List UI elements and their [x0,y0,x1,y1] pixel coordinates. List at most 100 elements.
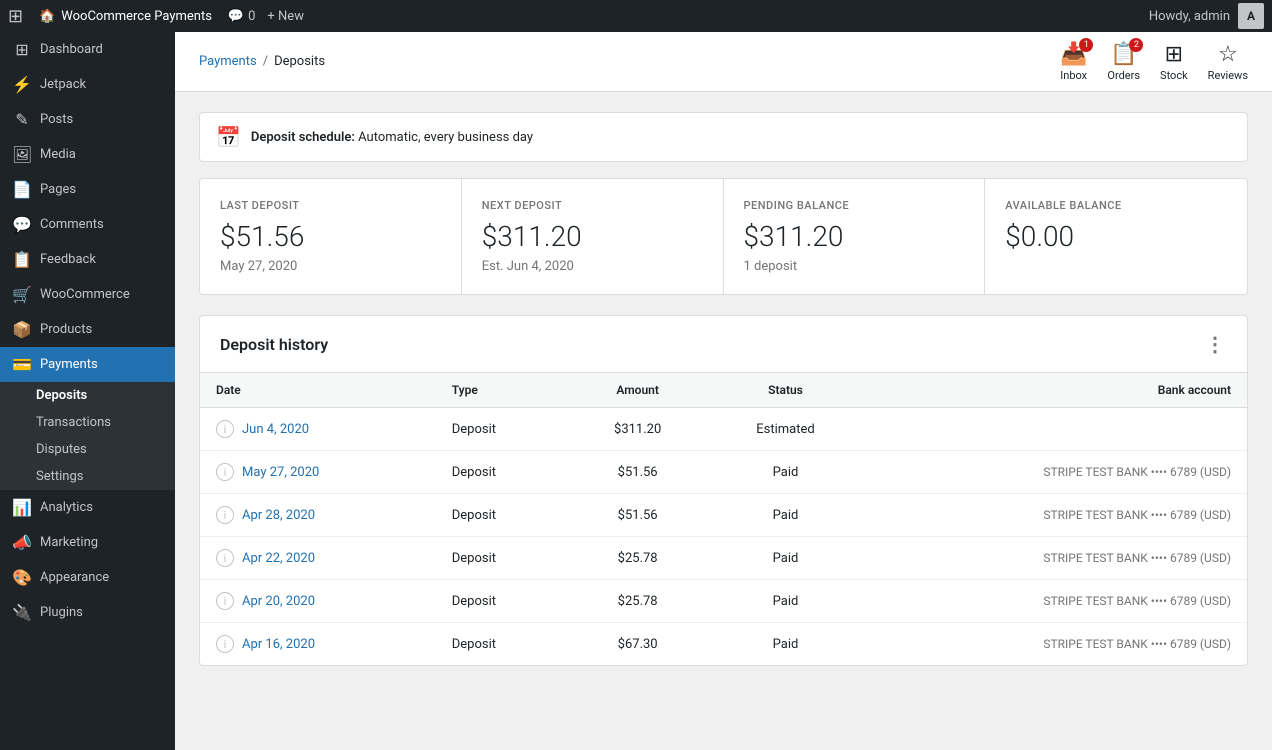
sidebar-item-analytics[interactable]: 📊 Analytics [0,490,175,525]
stat-last-deposit-label: LAST DEPOSIT [220,199,441,212]
toolbar-orders[interactable]: 📋2 Orders [1107,42,1140,82]
col-date: Date [200,373,436,408]
wp-logo-icon[interactable]: ⊞ [8,6,23,27]
top-toolbar: Payments / Deposits 📥1 Inbox 📋2 Orders [175,32,1272,92]
stat-available-balance-label: AVAILABLE BALANCE [1005,199,1227,212]
row-info-icon-1[interactable]: i [216,463,234,481]
date-link-3[interactable]: Apr 22, 2020 [242,551,315,566]
cell-date-1: i May 27, 2020 [200,451,436,493]
appearance-icon: 🎨 [12,568,32,587]
avatar: A [1238,3,1264,29]
sidebar-item-posts[interactable]: ✎ Posts [0,102,175,137]
date-link-0[interactable]: Jun 4, 2020 [242,422,309,437]
table-body: i Jun 4, 2020 Deposit $311.20 Estimated … [200,408,1247,666]
marketing-icon: 📣 [12,533,32,552]
sidebar-item-feedback[interactable]: 📋 Feedback [0,242,175,277]
table-row: i Apr 28, 2020 Deposit $51.56 Paid STRIP… [200,494,1247,537]
row-info-icon-4[interactable]: i [216,592,234,610]
date-link-1[interactable]: May 27, 2020 [242,465,319,480]
date-link-5[interactable]: Apr 16, 2020 [242,637,315,652]
date-link-4[interactable]: Apr 20, 2020 [242,594,315,609]
products-icon: 📦 [12,320,32,339]
sidebar-item-comments[interactable]: 💬 Comments [0,207,175,242]
stat-next-deposit-label: NEXT DEPOSIT [482,199,703,212]
toolbar-reviews[interactable]: ☆ Reviews [1208,42,1248,82]
woocommerce-icon: 🛒 [12,285,32,304]
calendar-icon: 📅 [216,125,241,149]
admin-bar: ⊞ 🏠 WooCommerce Payments 💬 0 + New Howdy… [0,0,1272,32]
cell-type-0: Deposit [436,408,569,451]
deposit-history-header: Deposit history ⋮ [200,316,1247,373]
sidebar-item-woocommerce[interactable]: 🛒 WooCommerce [0,277,175,312]
stats-grid: LAST DEPOSIT $51.56 May 27, 2020 NEXT DE… [199,178,1248,295]
cell-amount-0: $311.20 [569,408,707,451]
sidebar-item-settings[interactable]: Settings [0,463,175,490]
sidebar-item-dashboard[interactable]: ⊞ Dashboard [0,32,175,67]
table-row: i Jun 4, 2020 Deposit $311.20 Estimated [200,408,1247,451]
breadcrumb-separator: / [263,54,268,69]
stat-last-deposit-value: $51.56 [220,220,441,253]
reviews-icon: ☆ [1218,42,1238,67]
analytics-icon: 📊 [12,498,32,517]
toolbar-stock[interactable]: ⊞ Stock [1160,42,1188,82]
content-area: Payments / Deposits 📥1 Inbox 📋2 Orders [175,32,1272,750]
sidebar-item-jetpack[interactable]: ⚡ Jetpack [0,67,175,102]
page-content: 📅 Deposit schedule: Automatic, every bus… [175,92,1272,750]
cell-status-3: Paid [707,537,865,580]
row-info-icon-5[interactable]: i [216,635,234,653]
sidebar-item-products[interactable]: 📦 Products [0,312,175,347]
date-link-2[interactable]: Apr 28, 2020 [242,508,315,523]
comments-nav-icon: 💬 [12,215,32,234]
more-options-button[interactable]: ⋮ [1205,332,1227,356]
breadcrumb: Payments / Deposits [199,54,325,69]
site-name[interactable]: 🏠 WooCommerce Payments [39,9,212,24]
toolbar-inbox[interactable]: 📥1 Inbox [1060,42,1087,82]
sidebar-item-marketing[interactable]: 📣 Marketing [0,525,175,560]
new-item-button[interactable]: + New [267,9,304,24]
toolbar-icons: 📥1 Inbox 📋2 Orders ⊞ Stock ☆ Reviews [1060,42,1248,82]
plugins-icon: 🔌 [12,603,32,622]
cell-bank-1: STRIPE TEST BANK •••• 6789 (USD) [864,451,1247,494]
cell-bank-5: STRIPE TEST BANK •••• 6789 (USD) [864,623,1247,666]
cell-amount-1: $51.56 [569,451,707,494]
sidebar-item-pages[interactable]: 📄 Pages [0,172,175,207]
row-info-icon-2[interactable]: i [216,506,234,524]
payments-icon: 💳 [12,355,32,374]
cell-type-5: Deposit [436,623,569,666]
table-row: i Apr 20, 2020 Deposit $25.78 Paid STRIP… [200,580,1247,623]
row-info-icon-0[interactable]: i [216,420,234,438]
sidebar-item-payments[interactable]: 💳 Payments [0,347,175,382]
sidebar-item-media[interactable]: 🖼 Media [0,137,175,172]
sidebar-item-transactions[interactable]: Transactions [0,409,175,436]
sidebar-item-deposits[interactable]: Deposits [0,382,175,409]
col-bank: Bank account [864,373,1247,408]
row-info-icon-3[interactable]: i [216,549,234,567]
inbox-icon: 📥1 [1060,42,1087,67]
comments-icon-link[interactable]: 💬 0 [228,9,256,24]
cell-status-1: Paid [707,451,865,494]
sidebar-item-plugins[interactable]: 🔌 Plugins [0,595,175,630]
cell-bank-0 [864,408,1247,451]
stock-icon: ⊞ [1165,42,1183,67]
cell-amount-3: $25.78 [569,537,707,580]
stat-last-deposit: LAST DEPOSIT $51.56 May 27, 2020 [200,179,462,294]
user-menu[interactable]: Howdy, admin A [1149,3,1264,29]
breadcrumb-parent-link[interactable]: Payments [199,54,257,69]
sidebar-item-appearance[interactable]: 🎨 Appearance [0,560,175,595]
sidebar: ⊞ Dashboard ⚡ Jetpack ✎ Posts 🖼 Media 📄 … [0,32,175,750]
cell-amount-2: $51.56 [569,494,707,537]
cell-type-1: Deposit [436,451,569,494]
cell-date-3: i Apr 22, 2020 [200,537,436,579]
sidebar-item-disputes[interactable]: Disputes [0,436,175,463]
main-layout: ⊞ Dashboard ⚡ Jetpack ✎ Posts 🖼 Media 📄 … [0,32,1272,750]
col-amount: Amount [569,373,707,408]
cell-type-4: Deposit [436,580,569,623]
cell-status-5: Paid [707,623,865,666]
col-status: Status [707,373,865,408]
dashboard-icon: ⊞ [12,40,32,59]
table-row: i May 27, 2020 Deposit $51.56 Paid STRIP… [200,451,1247,494]
stat-next-deposit-sub: Est. Jun 4, 2020 [482,259,703,274]
stat-last-deposit-sub: May 27, 2020 [220,259,441,274]
cell-amount-5: $67.30 [569,623,707,666]
breadcrumb-current: Deposits [274,54,325,69]
